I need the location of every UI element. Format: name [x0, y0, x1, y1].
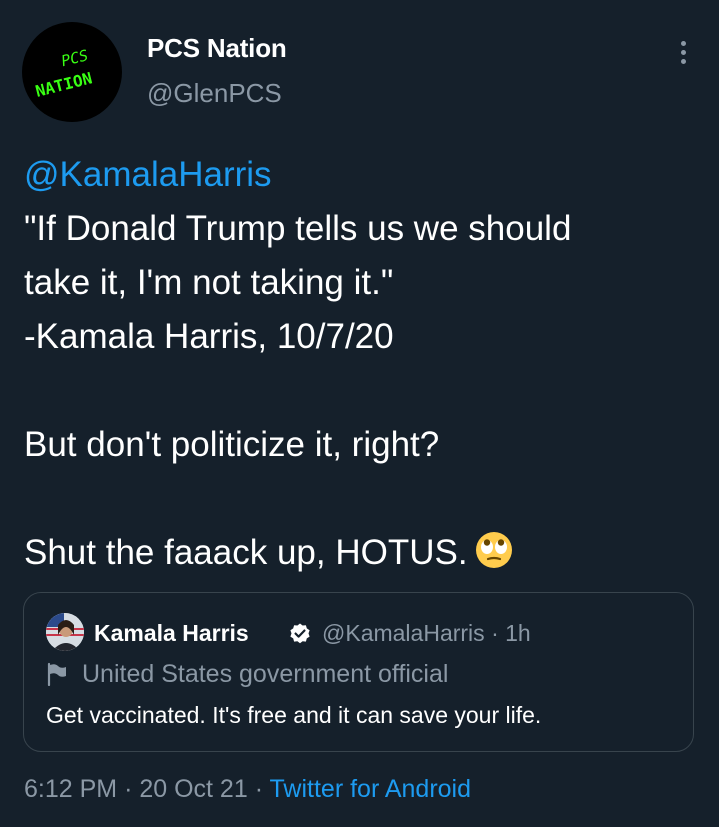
tweet-line: "If Donald Trump tells us we should [24, 209, 572, 248]
verified-badge-icon [290, 623, 310, 644]
flag-icon [47, 662, 66, 686]
quoted-author-name[interactable]: Kamala Harris [94, 620, 249, 647]
tweet-text: @KamalaHarris "If Donald Trump tells us … [24, 148, 694, 580]
logo-text-top: PCS [59, 46, 90, 70]
separator: · [491, 620, 499, 646]
separator: · [254, 775, 264, 803]
pcs-nation-logo: PCS NATION [33, 46, 94, 101]
tweet-line: Shut the faaack up, HOTUS. [24, 533, 468, 572]
more-vertical-icon-dot [680, 49, 686, 55]
author-avatar[interactable]: PCS NATION [22, 22, 122, 122]
author-display-name[interactable]: PCS Nation [147, 33, 287, 64]
logo-text-bottom: NATION [33, 68, 94, 100]
tweet-line: But don't politicize it, right? [24, 425, 440, 464]
quoted-tweet-time[interactable]: 1h [505, 620, 531, 646]
more-options-button[interactable] [668, 34, 698, 70]
tweet-time[interactable]: 6:12 PM [24, 775, 117, 803]
more-vertical-icon-dot [680, 58, 686, 64]
quoted-author-avatar[interactable] [46, 613, 84, 651]
tweet-line: -Kamala Harris, 10/7/20 [24, 317, 394, 356]
tweet: PCS NATION PCS Nation @GlenPCS @KamalaHa… [0, 0, 719, 827]
more-vertical-icon [680, 40, 686, 46]
face-with-rolling-eyes-emoji [474, 530, 514, 586]
government-label: United States government official [46, 659, 448, 689]
quoted-author-handle[interactable]: @KamalaHarris [322, 620, 485, 646]
quoted-tweet-text: Get vaccinated. It's free and it can sav… [46, 702, 542, 728]
author-handle[interactable]: @GlenPCS [147, 78, 282, 109]
mention-link[interactable]: @KamalaHarris [24, 155, 272, 194]
government-label-text: United States government official [82, 659, 449, 688]
tweet-meta: 6:12 PM · 20 Oct 21 · Twitter for Androi… [24, 775, 471, 804]
quoted-tweet[interactable]: Kamala Harris @KamalaHarris · 1h United … [23, 592, 694, 752]
tweet-source-link[interactable]: Twitter for Android [270, 775, 471, 803]
tweet-date[interactable]: 20 Oct 21 [139, 775, 247, 803]
quoted-handle-time: @KamalaHarris · 1h [322, 620, 531, 647]
tweet-line: take it, I'm not taking it." [24, 263, 394, 302]
separator: · [124, 775, 133, 803]
